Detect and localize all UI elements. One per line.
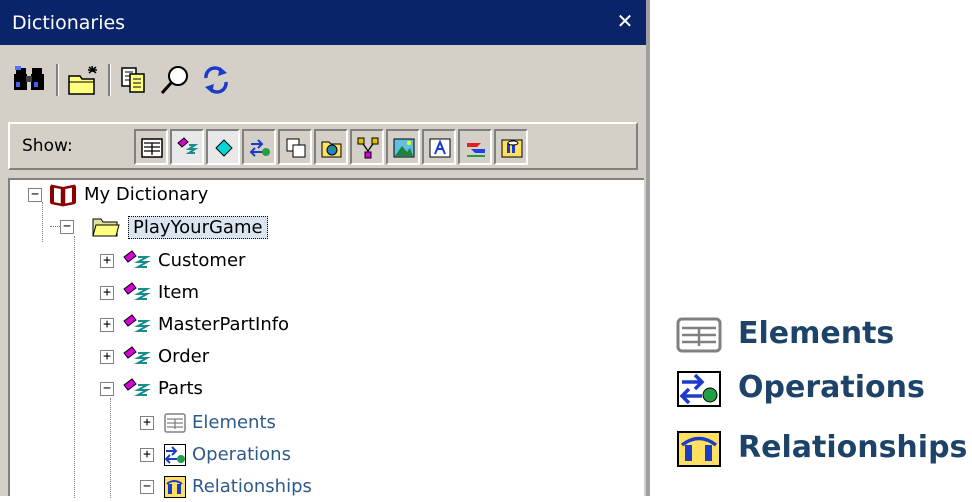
panel-edge xyxy=(646,0,650,496)
new-folder-icon[interactable] xyxy=(66,62,102,98)
attribute-icon xyxy=(215,139,233,157)
entities-filter-button[interactable] xyxy=(170,129,204,165)
image-filter-button[interactable] xyxy=(386,129,420,165)
tree-label-entity: Order xyxy=(158,346,210,367)
tree-node-root[interactable]: − My Dictionary xyxy=(18,180,318,210)
tree-node-entity[interactable]: + Item xyxy=(100,278,400,308)
dictionary-tree: − My Dictionary − PlayYourGame + Custome… xyxy=(8,178,644,498)
dictionaries-panel: Dictionaries ✕ Show: − My Dictionary − P… xyxy=(0,0,650,498)
collapse-icon[interactable]: − xyxy=(60,220,74,234)
globe-folder-icon xyxy=(321,141,342,158)
database-icon xyxy=(501,139,523,158)
legend-elements-label: Elements xyxy=(738,316,895,351)
entity-icon xyxy=(123,314,151,332)
globe-folder-filter-button[interactable] xyxy=(314,129,348,165)
open-folder-icon xyxy=(92,218,120,237)
tree-label-child: Operations xyxy=(192,444,291,465)
show-filter-bar: Show: xyxy=(8,122,638,170)
copy-icon[interactable] xyxy=(118,62,154,98)
operations-filter-button[interactable] xyxy=(242,129,276,165)
relationships-diagram-filter-button[interactable] xyxy=(350,129,384,165)
tree-node-entity[interactable]: + MasterPartInfo xyxy=(100,310,400,340)
expand-icon[interactable]: + xyxy=(140,416,154,430)
relationships-icon xyxy=(677,431,721,467)
operations-icon xyxy=(249,139,270,157)
elements-icon xyxy=(141,138,163,158)
elements-icon xyxy=(164,413,186,433)
search-icon[interactable] xyxy=(158,62,194,98)
expand-icon[interactable]: + xyxy=(100,350,114,364)
tree-node-child[interactable]: − Relationships xyxy=(140,472,440,502)
tree-label-folder: PlayYourGame xyxy=(128,216,268,239)
tree-label-entity: MasterPartInfo xyxy=(158,314,290,335)
links-icon xyxy=(467,143,485,157)
expand-icon[interactable]: + xyxy=(100,318,114,332)
tree-label-entity: Parts xyxy=(158,378,203,399)
legend-relationships-label: Relationships xyxy=(738,430,968,465)
tree-node-folder[interactable]: − PlayYourGame xyxy=(50,212,350,242)
tree-label-entity: Item xyxy=(158,282,199,303)
tree-node-entity[interactable]: − Parts xyxy=(100,374,400,404)
binoculars-icon[interactable] xyxy=(12,62,48,98)
dictionary-book-icon xyxy=(50,184,76,207)
copies-icon xyxy=(286,138,306,158)
entity-icon xyxy=(123,282,151,300)
copies-filter-button[interactable] xyxy=(278,129,312,165)
text-filter-button[interactable] xyxy=(422,129,456,165)
close-icon[interactable]: ✕ xyxy=(614,10,636,32)
collapse-icon[interactable]: − xyxy=(100,382,114,396)
image-icon xyxy=(393,138,415,158)
operations-icon xyxy=(677,371,721,407)
expand-icon[interactable]: + xyxy=(100,254,114,268)
title-bar: Dictionaries ✕ xyxy=(0,0,646,45)
text-icon xyxy=(429,138,451,158)
collapse-icon[interactable]: − xyxy=(28,188,42,202)
tree-label-child: Relationships xyxy=(192,476,312,497)
elements-filter-button[interactable] xyxy=(134,129,168,165)
links-filter-button[interactable] xyxy=(458,129,492,165)
tree-label-entity: Customer xyxy=(158,250,246,271)
entity-icon xyxy=(177,137,199,154)
tree-node-entity[interactable]: + Order xyxy=(100,342,400,372)
database-filter-button[interactable] xyxy=(494,129,528,165)
legend-operations-label: Operations xyxy=(738,370,925,405)
expand-icon[interactable]: + xyxy=(100,286,114,300)
toolbar-separator xyxy=(108,64,111,96)
elements-icon xyxy=(676,317,722,353)
window-title: Dictionaries xyxy=(12,12,126,34)
operations-icon xyxy=(164,444,186,466)
diagram-icon xyxy=(357,137,379,159)
tree-node-entity[interactable]: + Customer xyxy=(100,246,400,276)
expand-icon[interactable]: + xyxy=(140,448,154,462)
attributes-filter-button[interactable] xyxy=(206,129,240,165)
entity-icon xyxy=(123,346,151,364)
tree-node-child[interactable]: + Elements xyxy=(140,408,440,438)
tree-label-root: My Dictionary xyxy=(84,184,209,205)
toolbar-separator xyxy=(56,64,59,96)
entity-icon xyxy=(123,250,151,268)
tree-node-child[interactable]: + Operations xyxy=(140,440,440,470)
relationships-icon xyxy=(164,476,186,498)
show-label: Show: xyxy=(22,136,73,156)
tree-label-child: Elements xyxy=(192,412,276,433)
refresh-icon[interactable] xyxy=(198,62,234,98)
collapse-icon[interactable]: − xyxy=(140,480,154,494)
entity-icon xyxy=(123,378,151,396)
